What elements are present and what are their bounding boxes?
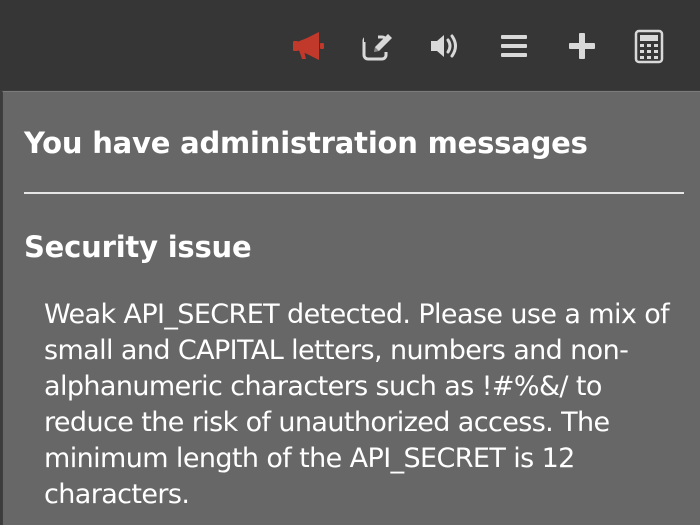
divider: [24, 192, 684, 194]
message-body: Weak API_SECRET detected. Please use a m…: [44, 299, 670, 510]
announcement-icon[interactable]: [291, 28, 327, 64]
edit-icon[interactable]: [360, 28, 396, 64]
top-toolbar: [0, 0, 700, 90]
add-icon[interactable]: [564, 28, 600, 64]
message-title: Security issue: [24, 230, 252, 264]
panel-title: You have administration messages: [24, 126, 588, 160]
calculator-icon[interactable]: [631, 28, 667, 64]
volume-icon[interactable]: [427, 28, 463, 64]
menu-icon[interactable]: [496, 28, 532, 64]
admin-messages-panel: You have administration messages Securit…: [2, 91, 700, 525]
